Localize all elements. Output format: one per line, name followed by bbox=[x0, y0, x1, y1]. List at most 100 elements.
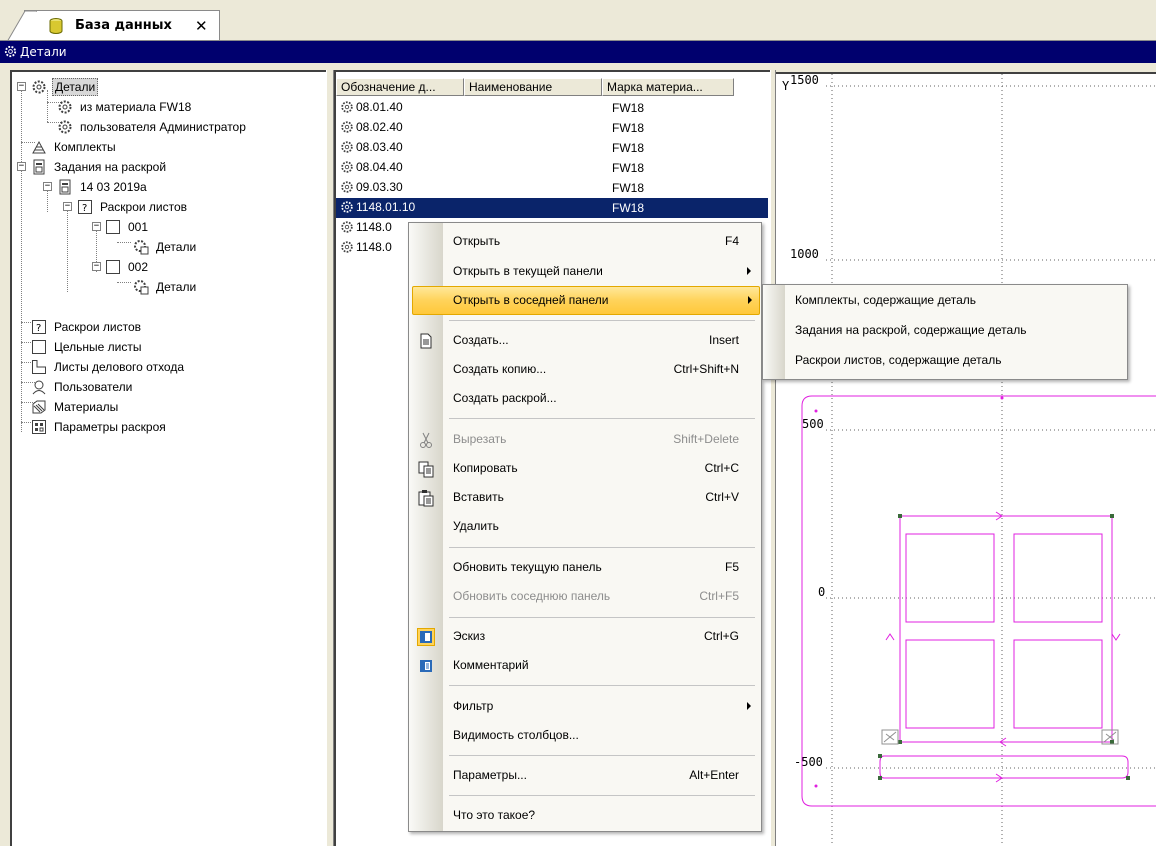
menu-shortcut: Alt+Enter bbox=[689, 768, 739, 782]
menu-item-parameters[interactable]: Параметры... Alt+Enter bbox=[409, 761, 761, 790]
row-material: FW18 bbox=[612, 101, 645, 115]
menu-item-cut[interactable]: Вырезать Shift+Delete bbox=[409, 425, 761, 454]
submenu-item-kits[interactable]: Комплекты, содержащие деталь bbox=[795, 293, 976, 307]
tree-item-002[interactable]: 002 bbox=[104, 257, 150, 277]
tree-item-001[interactable]: 001 bbox=[104, 217, 150, 237]
row-designation: 1148.01.10 bbox=[356, 200, 416, 214]
list-row[interactable]: 08.01.40 FW18 bbox=[336, 98, 770, 118]
menu-item-column-visibility[interactable]: Видимость столбцов... bbox=[409, 721, 761, 750]
part-outer-contour bbox=[899, 515, 1113, 743]
menu-shortcut: Ctrl+C bbox=[704, 461, 739, 475]
corner-marker bbox=[1126, 776, 1130, 780]
submenu-arrow-icon bbox=[747, 267, 751, 275]
direction-arrow bbox=[885, 633, 895, 641]
list-row[interactable]: 09.03.30 FW18 bbox=[336, 178, 770, 198]
users-icon bbox=[30, 379, 48, 395]
tree-line bbox=[117, 282, 131, 283]
menu-label: Удалить bbox=[453, 519, 499, 533]
tree-item-sheet-cuts[interactable]: ? Раскрои листов bbox=[76, 197, 189, 217]
part-window bbox=[905, 533, 995, 623]
tree-collapse-button[interactable]: − bbox=[43, 182, 52, 191]
sketch-canvas[interactable]: Y 1500 1000 500 0 -500 bbox=[776, 72, 1156, 846]
menu-label: Фильтр bbox=[453, 699, 494, 713]
tree-item-task-date[interactable]: 14 03 2019а bbox=[56, 177, 149, 197]
list-row-selected[interactable]: 1148.01.10 FW18 bbox=[336, 198, 768, 218]
tree-collapse-button[interactable]: − bbox=[63, 202, 72, 211]
tree-item-tasks[interactable]: Задания на раскрой bbox=[30, 157, 168, 177]
menu-item-refresh-adjacent[interactable]: Обновить соседнюю панель Ctrl+F5 bbox=[409, 582, 761, 611]
menu-item-comment[interactable]: Комментарий bbox=[409, 651, 761, 680]
tree-item-details[interactable]: Детали bbox=[30, 77, 99, 97]
tree-collapse-button[interactable]: − bbox=[92, 222, 101, 231]
tree-item-sheet-cuts-root[interactable]: ? Раскрои листов bbox=[30, 317, 143, 337]
menu-label: Копировать bbox=[453, 461, 518, 475]
tree-item-kits[interactable]: Комплекты bbox=[30, 137, 118, 157]
submenu-item-sheet-cuts[interactable]: Раскрои листов, содержащие деталь bbox=[795, 353, 1001, 367]
menu-label: Параметры... bbox=[453, 768, 527, 782]
menu-label: Открыть в соседней панели bbox=[453, 293, 609, 307]
tree-item-001-details[interactable]: Детали bbox=[132, 237, 198, 257]
menu-item-create-copy[interactable]: Создать копию... Ctrl+Shift+N bbox=[409, 355, 761, 384]
menu-label: Эскиз bbox=[453, 629, 486, 643]
menu-label: Комментарий bbox=[453, 658, 529, 672]
panel-splitter[interactable] bbox=[326, 70, 334, 846]
row-material: FW18 bbox=[612, 141, 645, 155]
scissors-icon bbox=[420, 432, 432, 448]
menu-item-create[interactable]: Создать... Insert bbox=[409, 326, 761, 355]
tree-item-label: Листы делового отхода bbox=[54, 360, 185, 374]
tab-database[interactable]: База данных ✕ bbox=[7, 10, 220, 42]
column-header-material[interactable]: Марка материа... bbox=[602, 78, 734, 96]
tree-collapse-button[interactable]: − bbox=[17, 162, 26, 171]
tree-item-whole-sheets[interactable]: Цельные листы bbox=[30, 337, 144, 357]
menu-item-delete[interactable]: Удалить bbox=[409, 512, 761, 541]
tree-item-materials[interactable]: Материалы bbox=[30, 397, 120, 417]
menu-item-open-adjacent[interactable]: Открыть в соседней панели bbox=[412, 286, 760, 315]
tree-item-label: 002 bbox=[128, 260, 149, 274]
submenu-arrow-icon bbox=[748, 296, 752, 304]
tree-item-label: Пользователи bbox=[54, 380, 133, 394]
tree-item-label: Параметры раскроя bbox=[54, 420, 166, 434]
list-row[interactable]: 08.04.40 FW18 bbox=[336, 158, 770, 178]
tick-label: 1000 bbox=[790, 247, 819, 261]
tree-panel[interactable]: − − − − − − Детали из материала FW18 пол… bbox=[10, 70, 326, 846]
tree-item-waste-sheets[interactable]: Листы делового отхода bbox=[30, 357, 186, 377]
sketch-icon bbox=[417, 628, 435, 646]
menu-icon-gutter bbox=[763, 285, 785, 379]
tool-marker bbox=[883, 731, 897, 743]
column-header-designation[interactable]: Обозначение д... bbox=[336, 78, 464, 96]
tab-close-icon[interactable]: ✕ bbox=[195, 17, 208, 35]
menu-item-copy[interactable]: Копировать Ctrl+C bbox=[409, 454, 761, 483]
list-row[interactable]: 08.03.40 FW18 bbox=[336, 138, 770, 158]
column-header-name[interactable]: Наименование bbox=[464, 78, 602, 96]
row-designation: 09.03.30 bbox=[356, 180, 403, 194]
menu-shortcut: Shift+Delete bbox=[673, 432, 739, 446]
tree-item-fw18[interactable]: из материала FW18 bbox=[56, 97, 193, 117]
tree-item-admin[interactable]: пользователя Администратор bbox=[56, 117, 248, 137]
panel-title-bar: Детали bbox=[0, 41, 1156, 63]
menu-item-paste[interactable]: Вставить Ctrl+V bbox=[409, 483, 761, 512]
menu-item-filter[interactable]: Фильтр bbox=[409, 692, 761, 721]
list-row[interactable]: 08.02.40 FW18 bbox=[336, 118, 770, 138]
tree-item-002-details[interactable]: Детали bbox=[132, 277, 198, 297]
menu-item-create-cut[interactable]: Создать раскрой... bbox=[409, 384, 761, 413]
menu-item-open[interactable]: Открыть F4 bbox=[409, 227, 761, 256]
tree-collapse-button[interactable]: − bbox=[92, 262, 101, 271]
parts-sheet-icon bbox=[132, 239, 150, 255]
part-gear-icon bbox=[340, 100, 354, 114]
tree-collapse-button[interactable]: − bbox=[17, 82, 26, 91]
tree-item-label: 001 bbox=[128, 220, 149, 234]
tree-item-cut-params[interactable]: Параметры раскроя bbox=[30, 417, 168, 437]
sheet-corner-dot bbox=[1000, 396, 1004, 400]
submenu-item-tasks[interactable]: Задания на раскрой, содержащие деталь bbox=[795, 323, 1026, 337]
menu-item-sketch[interactable]: Эскиз Ctrl+G bbox=[409, 622, 761, 651]
menu-item-refresh-current[interactable]: Обновить текущую панель F5 bbox=[409, 553, 761, 582]
menu-item-whats-this[interactable]: Что это такое? bbox=[409, 801, 761, 830]
tree-item-label: Цельные листы bbox=[54, 340, 142, 354]
tree-item-users[interactable]: Пользователи bbox=[30, 377, 134, 397]
part-gear-icon bbox=[340, 180, 354, 194]
paste-icon bbox=[418, 490, 434, 507]
row-designation: 1148.0 bbox=[356, 220, 392, 234]
menu-item-open-current[interactable]: Открыть в текущей панели bbox=[409, 257, 761, 286]
tab-label: База данных bbox=[75, 18, 172, 33]
tree-item-label: Материалы bbox=[54, 400, 119, 414]
